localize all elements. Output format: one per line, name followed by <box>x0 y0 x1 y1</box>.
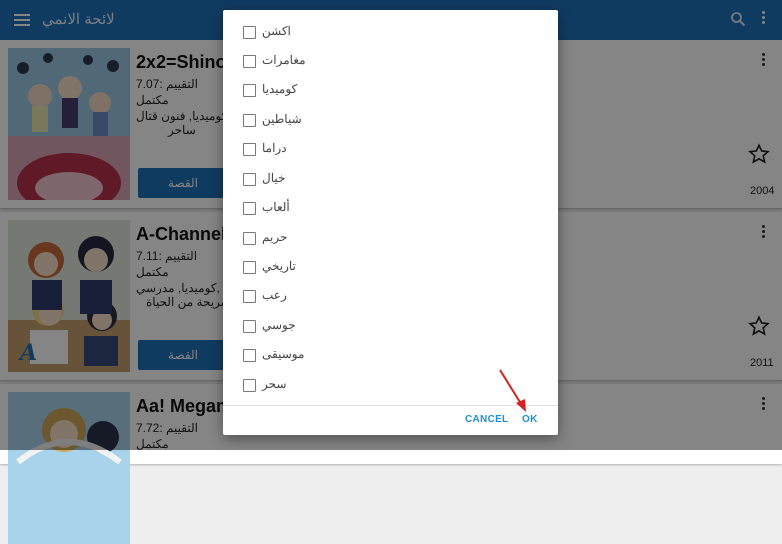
checkbox[interactable] <box>243 232 256 245</box>
checkbox[interactable] <box>243 173 256 186</box>
annotation-arrow-icon <box>499 369 526 412</box>
checkbox[interactable] <box>243 26 256 39</box>
genre-option[interactable]: جوسي <box>223 314 558 342</box>
genre-label: حريم <box>262 230 288 244</box>
genre-option[interactable]: حريم <box>223 226 558 254</box>
checkbox[interactable] <box>243 349 256 362</box>
genre-option[interactable]: خيال <box>223 167 558 195</box>
genre-label: ألعاب <box>262 200 290 214</box>
genre-label: سحر <box>262 377 287 391</box>
genre-option[interactable]: دراما <box>223 137 558 165</box>
checkbox[interactable] <box>243 320 256 333</box>
genre-label: خيال <box>262 171 286 185</box>
genre-label: جوسي <box>262 318 296 332</box>
genre-option[interactable]: تاريخي <box>223 255 558 283</box>
genre-option[interactable]: ألعاب <box>223 196 558 224</box>
genre-label: اكشن <box>262 24 291 38</box>
checkbox[interactable] <box>243 202 256 215</box>
genre-label: رعب <box>262 288 287 302</box>
checkbox[interactable] <box>243 55 256 68</box>
genre-label: دراما <box>262 141 287 155</box>
genre-label: تاريخي <box>262 259 296 273</box>
checkbox[interactable] <box>243 290 256 303</box>
genre-option[interactable]: كوميديا <box>223 78 558 106</box>
checkbox[interactable] <box>243 261 256 274</box>
genre-label: مغامرات <box>262 53 306 67</box>
checkbox[interactable] <box>243 379 256 392</box>
genre-option[interactable]: شياطين <box>223 108 558 136</box>
genre-label: شياطين <box>262 112 302 126</box>
genre-label: كوميديا <box>262 82 298 96</box>
genre-option[interactable]: رعب <box>223 284 558 312</box>
genre-label: موسيقى <box>262 347 305 361</box>
checkbox[interactable] <box>243 143 256 156</box>
checkbox[interactable] <box>243 114 256 127</box>
genre-option[interactable]: اكشن <box>223 20 558 48</box>
genre-option[interactable]: مغامرات <box>223 49 558 77</box>
checkbox[interactable] <box>243 84 256 97</box>
